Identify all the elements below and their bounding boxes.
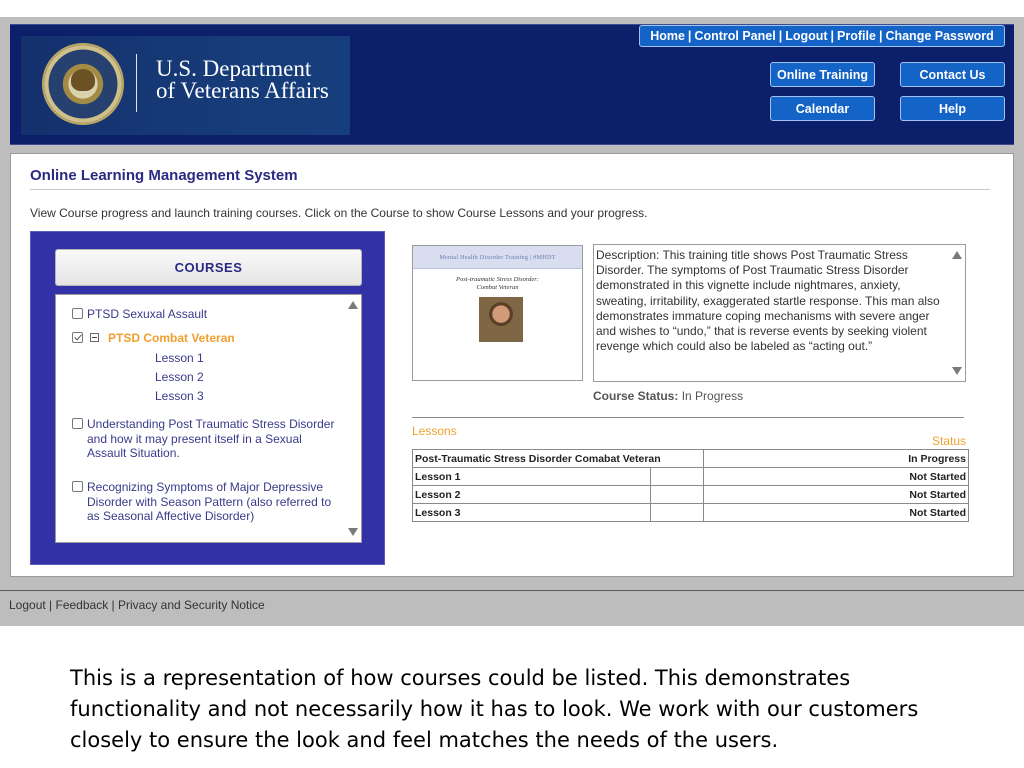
courses-heading-button[interactable]: COURSES <box>55 249 362 286</box>
course-thumbnail[interactable]: Mental Health Disorder Training | #MHDT … <box>412 245 583 381</box>
checkbox-icon[interactable] <box>72 308 83 319</box>
empty-cell <box>649 467 705 486</box>
org-name: U.S. Department of Veterans Affairs <box>156 56 329 103</box>
checkbox-checked-icon[interactable] <box>72 332 83 343</box>
lesson-status-cell: Not Started <box>703 503 969 522</box>
lesson-link-1[interactable]: Lesson 1 <box>155 351 204 365</box>
scroll-up-icon[interactable] <box>348 301 358 309</box>
footer-privacy-link[interactable]: Privacy and Security Notice <box>118 598 265 612</box>
table-row[interactable]: Lesson 3 Not Started <box>412 503 969 522</box>
table-row[interactable]: Lesson 1 Not Started <box>412 467 969 486</box>
course-label[interactable]: PTSD Combat Veteran <box>108 331 235 345</box>
course-item[interactable]: PTSD Sexuxal Assault <box>72 307 342 322</box>
thumbnail-subtitle-line2: Combat Veteran <box>476 284 519 291</box>
scroll-down-icon[interactable] <box>952 367 962 375</box>
main-content: Online Learning Management System View C… <box>10 153 1014 577</box>
slide-caption: This is a representation of how courses … <box>70 666 919 752</box>
va-seal-icon <box>42 43 124 125</box>
lesson-status-cell: Not Started <box>703 467 969 486</box>
table-row[interactable]: Lesson 2 Not Started <box>412 485 969 504</box>
table-header-status: In Progress <box>703 449 969 468</box>
footer-feedback-link[interactable]: Feedback <box>56 598 109 612</box>
thumbnail-subtitle: Post-traumatic Stress Disorder: Combat V… <box>413 276 582 292</box>
thumbnail-banner: Mental Health Disorder Training | #MHDT <box>413 246 582 269</box>
control-panel-link[interactable]: Control Panel <box>694 29 775 43</box>
eagle-icon <box>71 69 95 91</box>
org-name-line1: U.S. Department <box>156 56 312 81</box>
course-item[interactable]: Recognizing Symptoms of Major Depressive… <box>72 480 342 524</box>
lessons-table: Post-Traumatic Stress Disorder Comabat V… <box>411 449 969 522</box>
lesson-cell[interactable]: Lesson 3 <box>412 503 651 522</box>
page-title: Online Learning Management System <box>30 167 298 184</box>
logout-link[interactable]: Logout <box>785 29 827 43</box>
description-box[interactable]: Description: This training title shows P… <box>593 244 966 382</box>
course-label[interactable]: Recognizing Symptoms of Major Depressive… <box>87 480 331 523</box>
lesson-cell[interactable]: Lesson 1 <box>412 467 651 486</box>
empty-cell <box>649 503 705 522</box>
courses-panel: COURSES PTSD Sexuxal Assault PTSD Combat… <box>30 231 385 565</box>
table-header-row: Post-Traumatic Stress Disorder Comabat V… <box>411 449 969 468</box>
course-status: Course Status: In Progress <box>593 389 743 403</box>
scroll-down-icon[interactable] <box>348 528 358 536</box>
empty-cell <box>649 485 705 504</box>
courses-list[interactable]: PTSD Sexuxal Assault PTSD Combat Veteran… <box>55 294 362 543</box>
course-item[interactable]: Understanding Post Traumatic Stress Diso… <box>72 417 342 461</box>
footer-divider <box>0 590 1024 591</box>
va-logo[interactable]: U.S. Department of Veterans Affairs <box>21 36 350 135</box>
lesson-status-cell: Not Started <box>703 485 969 504</box>
change-password-link[interactable]: Change Password <box>885 29 993 43</box>
contact-us-button[interactable]: Contact Us <box>900 62 1005 87</box>
intro-text: View Course progress and launch training… <box>30 206 648 220</box>
scroll-up-icon[interactable] <box>952 251 962 259</box>
description-scrollbar[interactable] <box>949 245 965 381</box>
course-status-label: Course Status: <box>593 389 679 403</box>
home-link[interactable]: Home <box>650 29 685 43</box>
calendar-button[interactable]: Calendar <box>770 96 875 121</box>
footer-logout-link[interactable]: Logout <box>9 598 46 612</box>
help-button[interactable]: Help <box>900 96 1005 121</box>
org-name-line2: of Veterans Affairs <box>156 78 329 103</box>
lesson-link-2[interactable]: Lesson 2 <box>155 370 204 384</box>
online-training-button[interactable]: Online Training <box>770 62 875 87</box>
course-label[interactable]: PTSD Sexuxal Assault <box>87 307 207 321</box>
course-item-active[interactable]: PTSD Combat Veteran <box>72 331 361 346</box>
table-header-title: Post-Traumatic Stress Disorder Comabat V… <box>411 449 705 468</box>
course-label[interactable]: Understanding Post Traumatic Stress Diso… <box>87 417 334 460</box>
veteran-photo <box>479 297 523 342</box>
courses-scrollbar[interactable] <box>345 295 361 542</box>
course-status-value: In Progress <box>681 389 744 403</box>
logo-divider <box>136 54 137 112</box>
course-description: Description: This training title shows P… <box>596 248 940 354</box>
lesson-link-3[interactable]: Lesson 3 <box>155 389 204 403</box>
collapse-icon[interactable] <box>90 333 99 342</box>
profile-link[interactable]: Profile <box>837 29 876 43</box>
lessons-divider <box>412 417 964 418</box>
checkbox-icon[interactable] <box>72 481 83 492</box>
title-divider <box>30 189 990 190</box>
top-nav-links: Home | Control Panel | Logout | Profile | Ch… <box>639 25 1005 47</box>
thumbnail-subtitle-line1: Post-traumatic Stress Disorder: <box>456 276 539 283</box>
lessons-heading: Lessons <box>412 424 457 438</box>
lesson-cell[interactable]: Lesson 2 <box>412 485 651 504</box>
footer: Logout | Feedback | Privacy and Security… <box>9 598 265 612</box>
status-heading: Status <box>932 434 967 448</box>
checkbox-icon[interactable] <box>72 418 83 429</box>
